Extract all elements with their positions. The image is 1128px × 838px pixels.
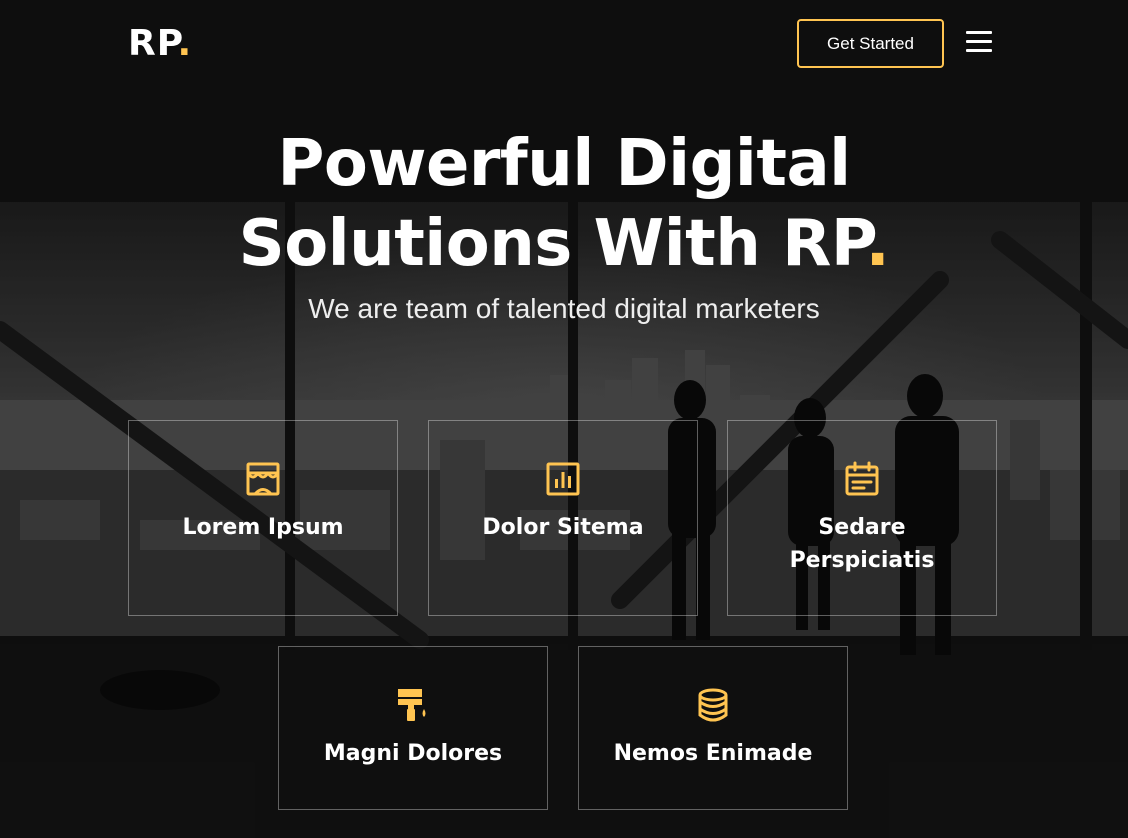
feature-title: Sedare Perspiciatis: [789, 515, 935, 573]
hero-subheadline: We are team of talented digital marketer…: [308, 293, 820, 324]
calendar-icon: [845, 461, 879, 496]
hero-headline: Powerful Digital Solutions With RP.: [0, 124, 1128, 284]
feature-title: Lorem Ipsum: [182, 515, 344, 540]
feature-title: Nemos Enimade: [613, 741, 813, 766]
feature-box-lorem-ipsum[interactable]: Lorem Ipsum: [128, 420, 398, 616]
feature-box-dolor-sitema[interactable]: Dolor Sitema: [428, 420, 698, 616]
database-icon: [698, 688, 728, 722]
headline-line-1: Powerful Digital: [277, 127, 851, 201]
feature-box-nemos-enimade[interactable]: Nemos Enimade: [578, 646, 848, 810]
feature-title: Magni Dolores: [323, 741, 503, 766]
headline-dot: .: [865, 207, 890, 281]
feature-box-magni-dolores[interactable]: Magni Dolores: [278, 646, 548, 810]
bar-chart-icon: [546, 462, 580, 496]
paint-roller-icon: [398, 689, 426, 721]
headline-line-2: Solutions With RP: [238, 207, 866, 281]
feature-box-sedare-perspiciatis[interactable]: Sedare Perspiciatis: [727, 420, 997, 616]
logo-dot: .: [177, 23, 193, 64]
site-logo[interactable]: RP.: [128, 22, 192, 66]
hamburger-menu-icon[interactable]: [966, 31, 994, 55]
store-icon: [246, 462, 280, 496]
get-started-button[interactable]: Get Started: [797, 19, 944, 68]
feature-title: Dolor Sitema: [482, 515, 644, 540]
site-header: RP. Get Started: [0, 0, 1128, 90]
logo-text: RP: [128, 23, 178, 64]
